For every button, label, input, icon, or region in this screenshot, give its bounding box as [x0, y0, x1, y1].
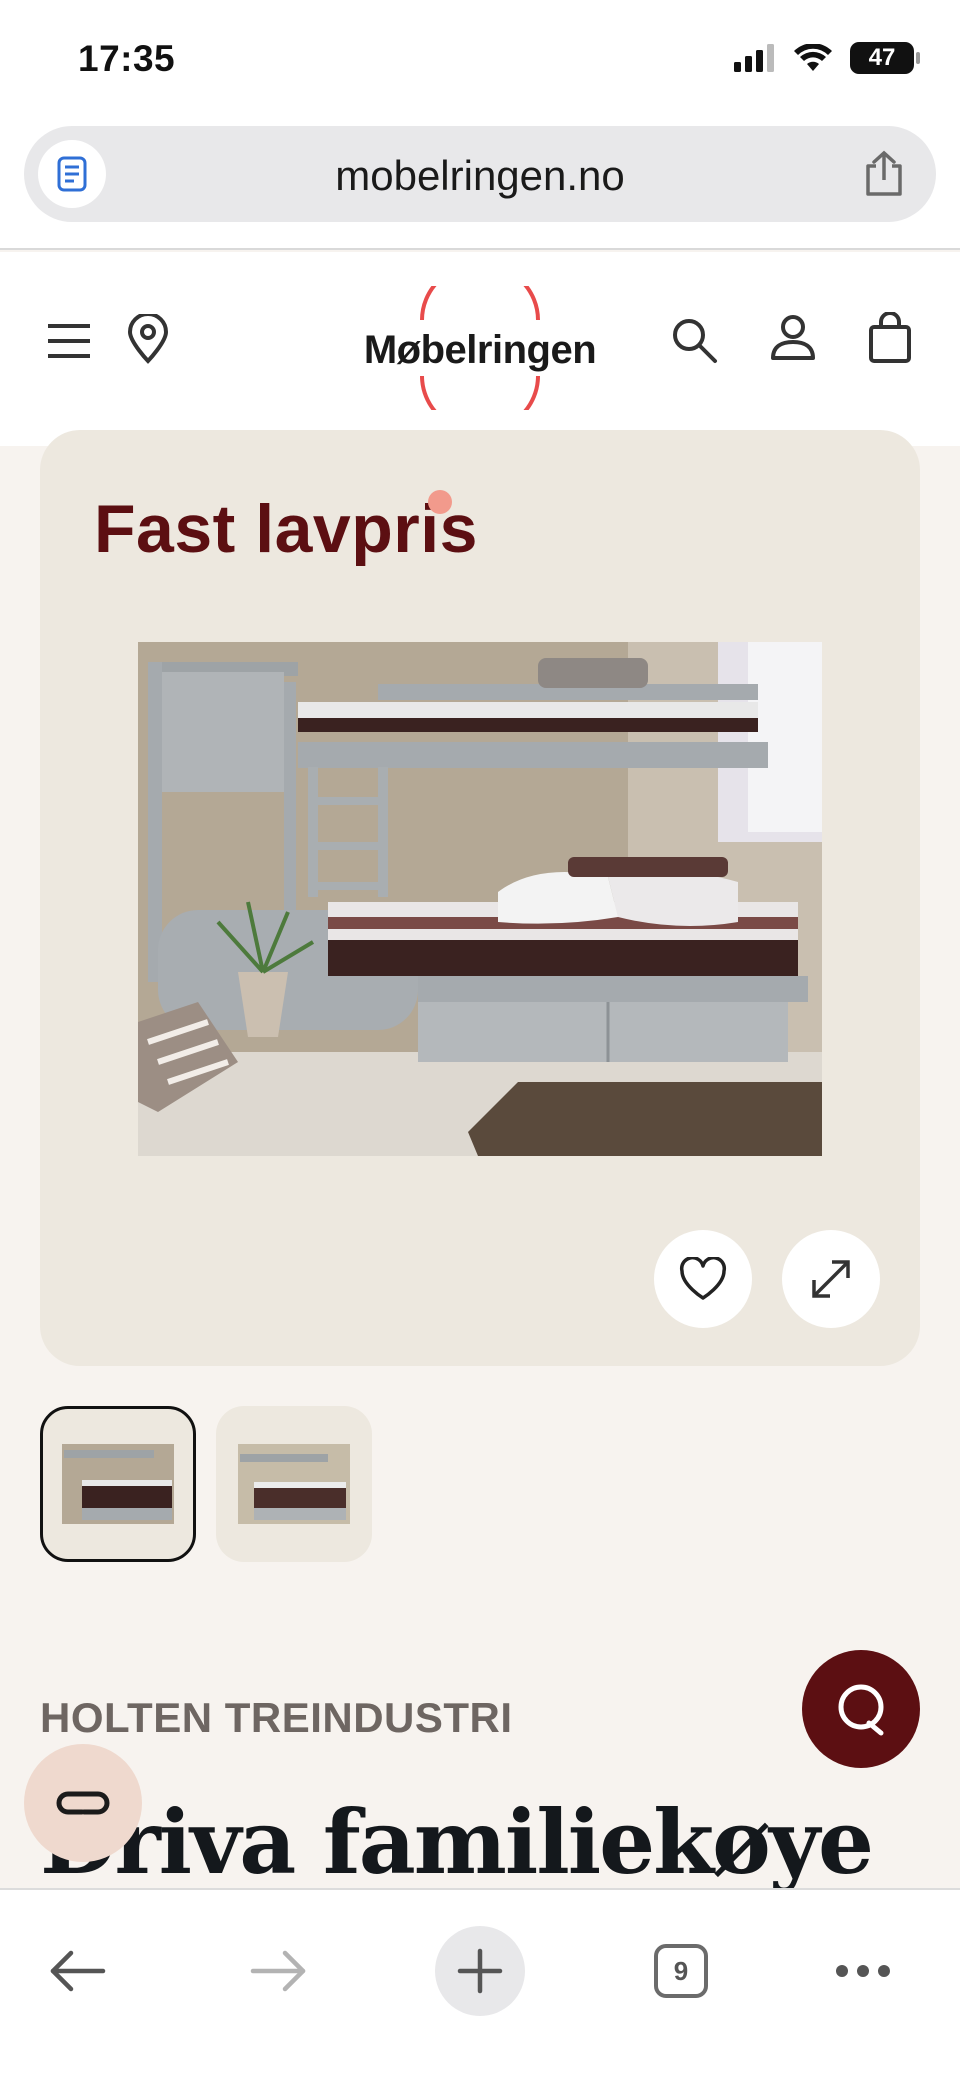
search-icon[interactable] — [670, 316, 718, 369]
new-tab-button[interactable] — [435, 1926, 525, 2016]
chat-icon — [838, 1684, 884, 1736]
thumbnail-2[interactable] — [216, 1406, 372, 1562]
product-title: Driva familiekøye — [40, 1790, 874, 1894]
product-main-image[interactable] — [138, 642, 822, 1156]
heart-icon — [679, 1257, 727, 1300]
thumbnail-1[interactable] — [40, 1406, 196, 1562]
forward-button[interactable] — [234, 1926, 324, 2016]
status-icons: 47 — [734, 42, 920, 74]
plus-icon — [457, 1948, 503, 1994]
site-logo[interactable]: Møbelringen — [358, 286, 602, 410]
expand-image-button[interactable] — [782, 1230, 880, 1328]
tabs-count: 9 — [654, 1944, 708, 1998]
expand-icon — [812, 1260, 850, 1298]
product-brand[interactable]: HOLTEN TREINDUSTRI — [40, 1694, 513, 1742]
wifi-icon — [794, 44, 832, 71]
price-badge: Fast lavpris — [94, 491, 478, 567]
url-text[interactable]: mobelringen.no — [24, 152, 936, 200]
browser-toolbar: 9 — [0, 1888, 960, 2078]
location-pin-icon[interactable] — [126, 312, 170, 369]
hamburger-icon[interactable] — [46, 318, 92, 369]
back-button[interactable] — [32, 1926, 122, 2016]
chat-button[interactable] — [802, 1650, 920, 1768]
shopping-bag-icon[interactable] — [868, 311, 912, 369]
arrow-left-icon — [50, 1950, 106, 1992]
product-image-card: Fast lavpris — [40, 430, 920, 1366]
more-dots-icon — [836, 1965, 890, 1977]
share-icon[interactable] — [862, 150, 906, 203]
tabs-button[interactable]: 9 — [636, 1926, 726, 2016]
badge-flower-icon — [428, 490, 452, 514]
battery-indicator: 47 — [850, 42, 920, 74]
signal-icon — [734, 44, 774, 72]
compare-button[interactable] — [24, 1744, 142, 1862]
user-icon[interactable] — [770, 314, 816, 367]
arrow-right-icon — [250, 1950, 306, 1992]
status-time: 17:35 — [78, 38, 176, 79]
compare-icon — [56, 1791, 110, 1815]
browser-url-area: mobelringen.no — [0, 120, 960, 250]
favorite-button[interactable] — [654, 1230, 752, 1328]
status-bar: 17:35 47 — [0, 0, 960, 120]
url-bar[interactable]: mobelringen.no — [24, 126, 936, 222]
more-menu-button[interactable] — [818, 1926, 908, 2016]
site-header: Møbelringen — [0, 252, 960, 446]
logo-text: Møbelringen — [363, 328, 597, 372]
